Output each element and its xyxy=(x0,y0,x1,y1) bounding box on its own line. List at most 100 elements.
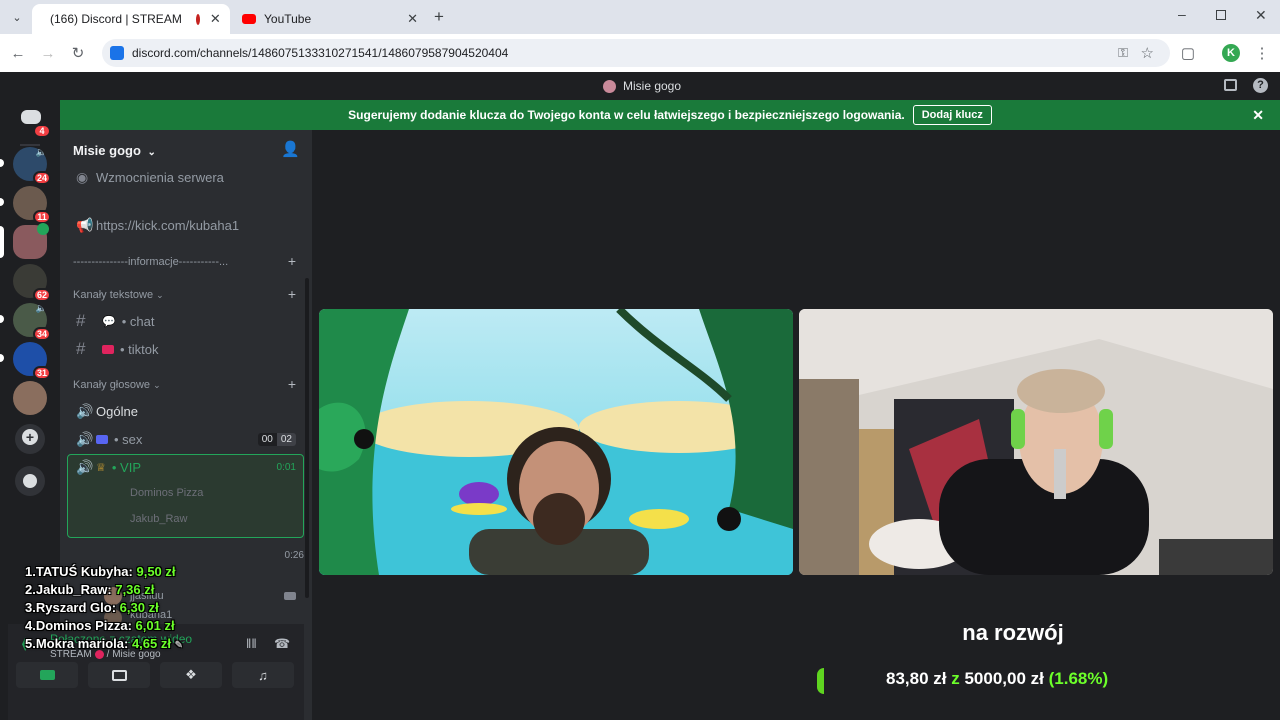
leaderboard-row: 2.Jakub_Raw: 7,36 zł xyxy=(25,582,155,597)
chevron-down-icon: ⌄ xyxy=(156,290,164,300)
activities-icon: ❖ xyxy=(185,667,197,682)
activities-button[interactable]: ❖ xyxy=(160,662,222,688)
tab-discord[interactable]: (166) Discord | STREAM ✕ xyxy=(32,4,230,34)
profile-avatar[interactable]: K xyxy=(1222,44,1240,62)
donation-leaderboard: 1.TATUŚ Kubyha: 9,50 zł 2.Jakub_Raw: 7,3… xyxy=(25,563,183,655)
window-title: Misie gogo xyxy=(603,79,681,93)
forward-arrow-icon[interactable]: → xyxy=(38,43,58,63)
server-icon xyxy=(603,79,616,93)
voice-channel-vip[interactable]: 🔊 ♕ • VIP 0:01 xyxy=(68,454,304,480)
server-boosts-item[interactable]: ◉ Wzmocnienia serwera xyxy=(68,164,304,190)
unread-pill xyxy=(0,354,4,362)
noise-suppression-icon[interactable]: ‖‖ xyxy=(246,636,257,651)
channel-label: • chat xyxy=(121,313,155,329)
extensions-icon[interactable]: ▢ xyxy=(1178,43,1198,63)
server-icon-selected[interactable] xyxy=(13,223,49,259)
channel-tiktok[interactable]: # • tiktok xyxy=(68,336,304,362)
reload-icon[interactable]: ↻ xyxy=(68,43,88,63)
tab-recording-icon xyxy=(195,13,200,25)
notification-badge: 34 xyxy=(33,327,51,341)
hash-icon: # xyxy=(76,339,86,358)
video-tile-right[interactable] xyxy=(799,309,1273,575)
channel-chat[interactable]: # 💬 • chat xyxy=(68,308,304,334)
add-channel-icon[interactable]: + xyxy=(288,253,296,269)
browser-menu-icon[interactable]: ⋮ xyxy=(1252,43,1272,63)
channel-label: Wzmocnienia serwera xyxy=(96,169,224,185)
invite-user-icon[interactable]: 👤 xyxy=(281,140,300,158)
voice-channel-general[interactable]: 🔊 Ogólne xyxy=(68,398,304,424)
minimize-button[interactable]: – xyxy=(1178,6,1186,22)
speaker-icon: 🔊 xyxy=(76,458,94,475)
user-count: 00 02 xyxy=(257,432,296,446)
goal-title: na rozwój xyxy=(962,620,1064,645)
notice-banner: Sugerujemy dodanie klucza do Twojego kon… xyxy=(60,100,1280,130)
screen-share-icon xyxy=(111,669,127,681)
add-key-button[interactable]: Dodaj klucz xyxy=(912,105,992,125)
voice-category-header[interactable]: Kanały głosowe ⌄ xyxy=(73,379,161,391)
disconnect-icon[interactable]: ☎ xyxy=(274,636,290,652)
leaderboard-row: 4.Dominos Pizza: 6,01 zł xyxy=(25,618,175,633)
new-tab-button[interactable]: + xyxy=(434,7,444,27)
speaker-icon: 🔊 xyxy=(76,402,94,419)
add-text-channel-icon[interactable]: + xyxy=(288,286,296,302)
tab-list-button[interactable]: ⌄ xyxy=(8,8,26,26)
boost-shield-icon: ◉ xyxy=(76,168,89,185)
close-tab-icon[interactable]: ✕ xyxy=(407,11,418,27)
server-icon[interactable] xyxy=(13,381,47,415)
channel-label: • VIP xyxy=(111,459,141,475)
add-server-button[interactable]: + xyxy=(15,424,45,454)
crown-emoji-icon: ♕ xyxy=(96,461,106,474)
text-category-header[interactable]: Kanały tekstowe ⌄ xyxy=(73,289,164,301)
server-icon[interactable]: 62 xyxy=(13,264,51,302)
server-icon[interactable]: 31 xyxy=(13,342,51,380)
maximize-button[interactable] xyxy=(1216,10,1226,20)
leaderboard-row: 3.Ryszard Glo: 6,30 zł xyxy=(25,600,159,615)
discover-button[interactable] xyxy=(15,466,45,496)
direct-messages-button[interactable]: 4 xyxy=(13,100,51,138)
channel-label: • tiktok xyxy=(120,341,159,357)
webcam-video xyxy=(799,309,1273,575)
scrollbar[interactable] xyxy=(305,278,309,598)
bookmark-star-icon[interactable]: ☆ xyxy=(1141,44,1154,62)
unread-pill xyxy=(0,315,4,323)
notification-badge: 24 xyxy=(33,171,51,185)
soundboard-icon: ♫ xyxy=(258,667,268,683)
speaker-icon: 🔈 xyxy=(35,303,47,313)
info-divider[interactable]: ---------------informacje-----------... xyxy=(73,256,228,268)
speaker-icon: 🔈 xyxy=(35,147,47,157)
screen-share-button[interactable] xyxy=(88,662,150,688)
leaderboard-row: 5.Mokra mariola: 4,65 zł ✎ xyxy=(25,636,183,651)
help-icon[interactable]: ? xyxy=(1253,78,1268,93)
channel-kick-link[interactable]: 📢 https://kick.com/kubaha1 xyxy=(68,212,304,238)
address-bar[interactable]: discord.com/channels/1486075133310271541… xyxy=(102,39,1170,67)
server-icon[interactable]: 11 xyxy=(13,186,51,224)
tab-youtube[interactable]: YouTube ✕ xyxy=(232,4,428,34)
soundboard-button[interactable]: ♫ xyxy=(232,662,294,688)
close-window-button[interactable]: ✕ xyxy=(1255,7,1267,24)
close-tab-icon[interactable]: ✕ xyxy=(210,11,221,27)
guild-divider xyxy=(20,144,40,146)
browser-toolbar: ← → ↻ discord.com/channels/1486075133310… xyxy=(0,34,1280,72)
add-icon: + xyxy=(22,429,38,445)
add-voice-channel-icon[interactable]: + xyxy=(288,376,296,392)
camera-icon xyxy=(284,592,296,600)
announcement-icon: 📢 xyxy=(76,216,94,233)
chevron-down-icon: ⌄ xyxy=(153,380,161,390)
chevron-down-icon: ⌄ xyxy=(147,147,156,158)
unread-pill xyxy=(0,159,4,167)
tab-title: (166) Discord | STREAM xyxy=(50,12,182,26)
discord-app: Misie gogo ? Sugerujemy dodanie klucza d… xyxy=(0,72,1280,720)
site-info-icon[interactable] xyxy=(110,46,124,60)
video-tile-left[interactable] xyxy=(319,309,793,575)
camera-button[interactable] xyxy=(16,662,78,688)
voice-channel-sex[interactable]: 🔊 • sex 00 02 xyxy=(68,426,304,452)
server-icon[interactable]: 🔈 24 xyxy=(13,147,51,185)
notification-badge: 11 xyxy=(33,210,51,224)
voice-member[interactable]: Dominos Pizza xyxy=(100,480,300,506)
server-icon[interactable]: 🔈 34 xyxy=(13,303,51,341)
close-notice-icon[interactable]: ✕ xyxy=(1252,107,1264,124)
inbox-icon[interactable] xyxy=(1224,79,1237,91)
back-arrow-icon[interactable]: ← xyxy=(8,43,28,63)
voice-member[interactable]: Jakub_Raw xyxy=(100,506,300,532)
password-key-icon[interactable]: ⚿ xyxy=(1118,45,1128,61)
